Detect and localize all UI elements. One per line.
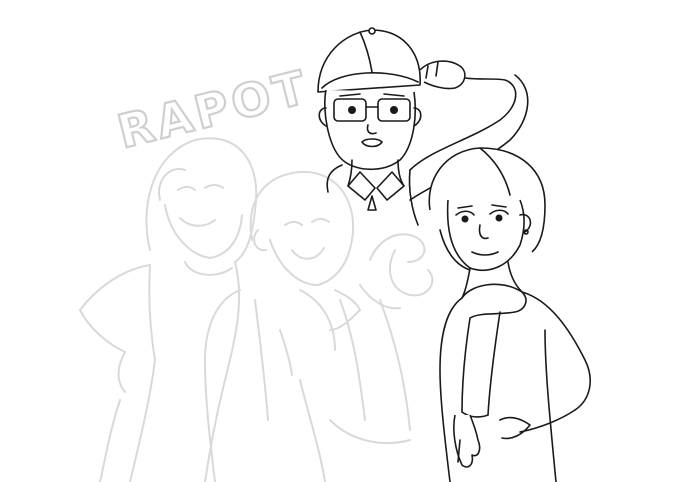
line-art-illustration: RAPOT: [79, 27, 591, 482]
sketch-canvas: RAPOT: [0, 0, 680, 482]
ink-figure-woman-with-scarf: [428, 147, 591, 482]
title-lettering: RAPOT: [111, 58, 316, 160]
faint-figure-middle-woman: [204, 170, 361, 482]
faint-swirl-logo: [359, 233, 434, 310]
faint-figure-left-woman: [79, 137, 258, 482]
faint-torso-center: [329, 299, 411, 444]
title-word-rapot: RAPOT: [112, 59, 314, 159]
